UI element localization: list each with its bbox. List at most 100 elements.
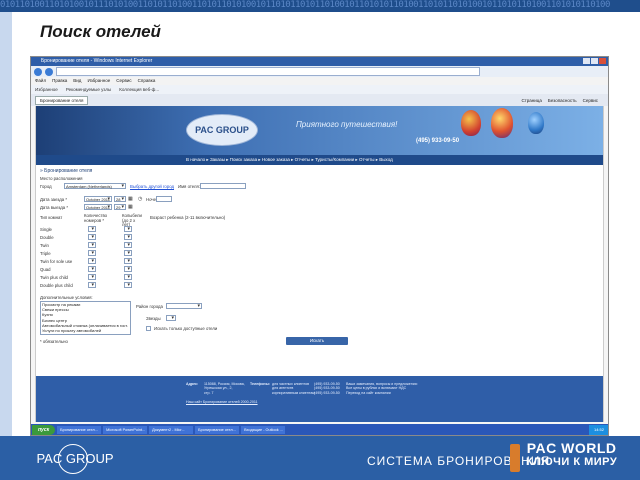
rooms-count-select[interactable]: [88, 282, 96, 288]
other-city-link[interactable]: Выбрать другой город: [130, 184, 174, 189]
hotel-name-label: Имя отеля:: [178, 184, 201, 189]
rooms-count-select[interactable]: [88, 234, 96, 240]
slide-top-bar: 0101101001101010010111010100110101101001…: [0, 0, 640, 12]
slide-left-strip: [0, 12, 12, 436]
forward-icon[interactable]: [45, 67, 53, 76]
nav-item[interactable]: Туристы/Компании: [315, 157, 354, 162]
nav-item[interactable]: Отчеты: [359, 157, 375, 162]
nav-item[interactable]: В начало: [186, 157, 205, 162]
checkout-month-select[interactable]: October 2011: [84, 204, 112, 210]
menu-file[interactable]: Файл: [35, 77, 46, 85]
start-button[interactable]: пуск: [32, 424, 56, 435]
city-select[interactable]: Amsterdam (Netherlands): [64, 183, 126, 189]
menu-tools[interactable]: Сервис: [116, 77, 131, 85]
stars-label: Звезды: [146, 316, 161, 321]
room-type-name: Twin for sole use: [40, 259, 73, 264]
favorites-link[interactable]: Рекомендуемые узлы: [66, 87, 111, 92]
district-select[interactable]: [166, 303, 202, 309]
cots-select[interactable]: [124, 282, 132, 288]
balloon-image: [491, 108, 513, 138]
taskbar-item[interactable]: Microsoft PowerPoint...: [103, 425, 148, 434]
menu-help[interactable]: Справка: [138, 77, 156, 85]
extras-option[interactable]: Услуги по прокату автомобилей: [42, 328, 130, 333]
address-bar: [31, 66, 608, 77]
cots-select[interactable]: [124, 266, 132, 272]
extras-label: Дополнительные условия:: [40, 295, 93, 300]
calendar-icon[interactable]: ▦: [128, 196, 133, 202]
taskbar-item[interactable]: Входящие - Outlook ...: [241, 425, 286, 434]
available-only-checkbox[interactable]: [146, 326, 151, 331]
url-field[interactable]: [56, 67, 480, 76]
favorites-button[interactable]: Избранное: [35, 87, 58, 92]
checkout-label: Дата выезда *: [40, 205, 69, 210]
page-menu[interactable]: Страница: [521, 98, 541, 103]
rooms-count-select[interactable]: [88, 242, 96, 248]
site-logo[interactable]: PAC GROUP: [186, 114, 258, 146]
child-age-label: Возраст ребенка (2-11 включительно): [150, 215, 226, 220]
site-footer: Адрес: 115088, Россия, Москва, Угрешская…: [36, 376, 603, 422]
nav-item[interactable]: Новое заказа: [262, 157, 290, 162]
menu-view[interactable]: Вид: [73, 77, 81, 85]
taskbar-item[interactable]: Документ2 - Micr...: [149, 425, 194, 434]
command-bar: Страница Безопасность Сервис: [521, 98, 598, 103]
back-icon[interactable]: [34, 67, 42, 76]
taskbar-item[interactable]: Бронирование отел...: [195, 425, 240, 434]
footer-copyright[interactable]: Наш сайт Бронирование отелей 2000-2011: [186, 400, 258, 404]
window-title-bar: Бронирование отеля - Windows Internet Ex…: [31, 57, 608, 66]
location-label: Место расположения: [40, 176, 83, 181]
site-phone: (495) 933-09-50: [416, 138, 460, 144]
address-line: стр. 7: [204, 390, 214, 395]
search-button[interactable]: Искать: [286, 337, 348, 345]
available-only-label: Искать только доступные отели: [154, 326, 218, 331]
pac-group-logo: PAC GROUP: [28, 444, 122, 474]
browser-screenshot: Бронирование отеля - Windows Internet Ex…: [30, 56, 609, 436]
maximize-button[interactable]: [591, 58, 598, 64]
rooms-count-select[interactable]: [88, 250, 96, 256]
room-type-name: Double plus child: [40, 283, 73, 288]
binary-pattern: 0101101001101010010111010100110101101001…: [0, 0, 610, 10]
windows-taskbar: пуск Бронирование отел... Microsoft Powe…: [31, 424, 608, 435]
close-button[interactable]: [599, 58, 606, 64]
footer-address-label: Адрес:: [186, 382, 199, 386]
nav-item[interactable]: Выход: [379, 157, 392, 162]
site-nav: В начало ▸ Заказы ▸ Поиск заказа ▸ Новое…: [36, 155, 603, 165]
nights-input[interactable]: [156, 196, 172, 202]
cots-select[interactable]: [124, 242, 132, 248]
checkin-month-select[interactable]: October 2011: [84, 196, 112, 202]
hotel-name-input[interactable]: [200, 183, 246, 189]
safety-menu[interactable]: Безопасность: [548, 98, 577, 103]
stars-select[interactable]: [166, 315, 176, 321]
pac-world-title: PAC WORLD: [526, 440, 617, 456]
minimize-button[interactable]: [583, 58, 590, 64]
cots-select[interactable]: [124, 250, 132, 256]
city-label: Город: [40, 184, 52, 189]
rooms-count-select[interactable]: [88, 258, 96, 264]
menu-favorites[interactable]: Избранное: [87, 77, 110, 85]
checkout-day-select[interactable]: 29: [114, 204, 126, 210]
cots-select[interactable]: [124, 234, 132, 240]
rooms-count-select[interactable]: [88, 274, 96, 280]
cots-select[interactable]: [124, 226, 132, 232]
rooms-count-select[interactable]: [88, 266, 96, 272]
nav-item[interactable]: Заказы: [210, 157, 225, 162]
footer-phone-types: для частных клиентов для агентств корпор…: [272, 382, 315, 395]
taskbar-item[interactable]: Бронирование отел...: [57, 425, 102, 434]
room-type-name: Twin: [40, 243, 49, 248]
footer-phone-values: (495) 933-09-50 (495) 933-09-50 (495) 93…: [314, 382, 340, 395]
tools-menu[interactable]: Сервис: [583, 98, 598, 103]
menu-edit[interactable]: Правка: [52, 77, 67, 85]
rooms-count-select[interactable]: [88, 226, 96, 232]
extras-listbox[interactable]: Просмотр на реками Свежи прессы Кухня Би…: [40, 301, 131, 335]
footer-link[interactable]: Переход на сайт компании: [346, 391, 418, 395]
room-type-name: Triple: [40, 251, 51, 256]
checkin-day-select[interactable]: 28: [114, 196, 126, 202]
balloon-image: [528, 112, 544, 134]
favorites-bar: Избранное Рекомендуемые узлы Коллекция в…: [31, 85, 608, 94]
calendar-icon[interactable]: ▦: [128, 204, 133, 210]
tab-hotel-booking[interactable]: Бронирование отеля: [35, 95, 89, 105]
cots-select[interactable]: [124, 258, 132, 264]
nav-item[interactable]: Отчеты: [295, 157, 311, 162]
cots-select[interactable]: [124, 274, 132, 280]
favorites-link[interactable]: Коллекция веб-ф...: [119, 87, 159, 92]
nav-item[interactable]: Поиск заказа: [230, 157, 257, 162]
